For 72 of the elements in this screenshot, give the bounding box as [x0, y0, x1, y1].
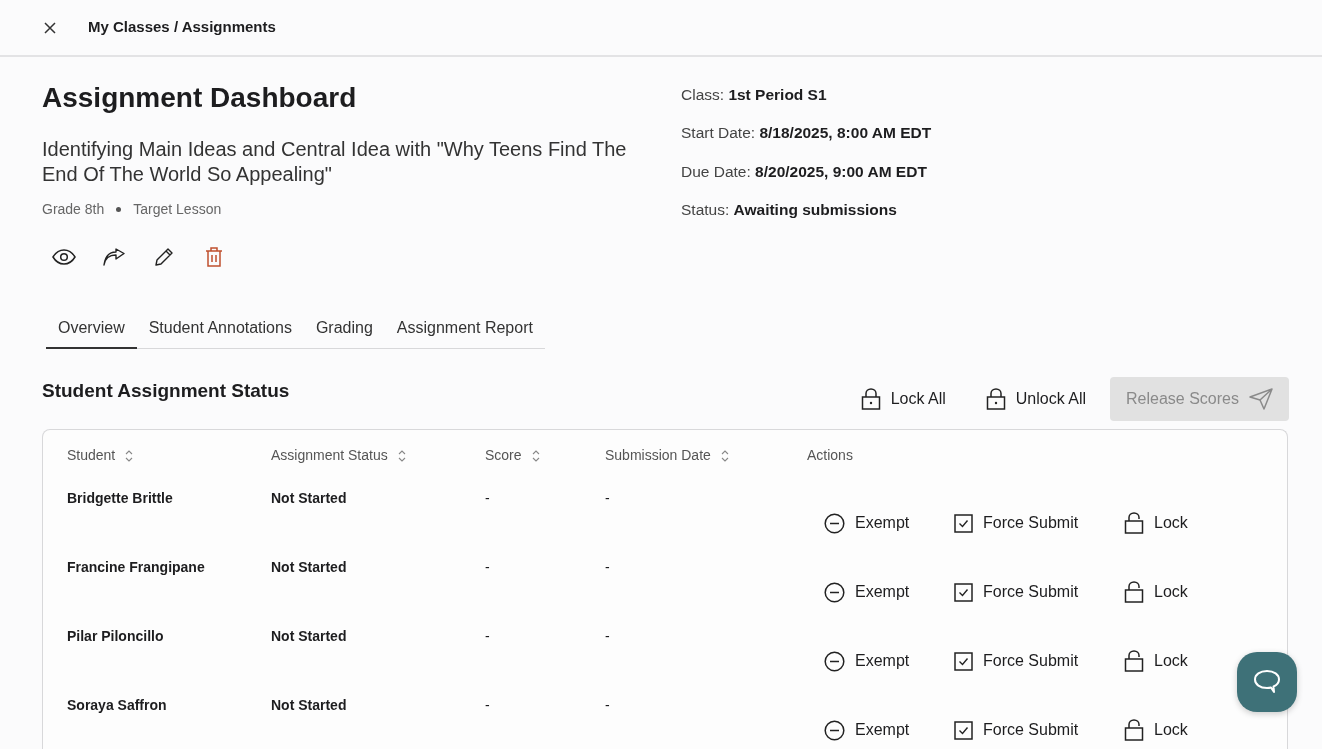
- tab[interactable]: Student Annotations: [136, 312, 304, 350]
- detail-line: Class: 1st Period S1: [681, 85, 828, 105]
- column-header[interactable]: Student: [67, 445, 116, 467]
- open-padlock-icon: [1124, 581, 1144, 604]
- table-cell: Pilar Piloncillo: [67, 628, 164, 645]
- assignment-title: Identifying Main Ideas and Central Idea with "Why Teens Find The End Of The World So Appealing": [42, 136, 628, 187]
- close-icon[interactable]: [42, 19, 58, 36]
- tab[interactable]: Grading: [303, 312, 385, 350]
- minus-circle-icon: [824, 581, 845, 603]
- force-submit-button[interactable]: Force Submit: [954, 499, 1124, 548]
- tab[interactable]: Overview: [46, 312, 137, 350]
- table-cell: -: [605, 490, 610, 507]
- lock-button[interactable]: Lock: [1124, 568, 1224, 617]
- paper-plane-icon: [1249, 388, 1273, 411]
- table-cell: -: [485, 490, 490, 507]
- checkbox-icon: [954, 720, 973, 740]
- force-submit-button[interactable]: Force Submit: [954, 568, 1124, 617]
- minus-circle-icon: [824, 512, 845, 534]
- sort-icon[interactable]: [125, 449, 134, 462]
- detail-line: Status: Awaiting submissions: [681, 199, 898, 220]
- force-submit-button[interactable]: Force Submit: [954, 637, 1124, 686]
- exempt-button[interactable]: Exempt: [824, 568, 954, 617]
- column-header: Actions: [807, 446, 853, 466]
- table-cell: Not Started: [271, 490, 347, 507]
- column-header[interactable]: Submission Date: [605, 445, 711, 467]
- table-cell: Francine Frangipane: [67, 559, 205, 576]
- unlock-all-button[interactable]: Unlock All: [969, 377, 1103, 422]
- padlock-icon: [860, 388, 881, 411]
- exempt-button[interactable]: Exempt: [824, 499, 954, 548]
- lock-button[interactable]: Lock: [1124, 499, 1224, 548]
- table-cell: -: [605, 628, 610, 645]
- table-cell: -: [605, 697, 610, 714]
- bullet-separator: [116, 207, 122, 213]
- lock-all-button[interactable]: Lock All: [844, 377, 962, 422]
- table-cell: Bridgette Brittle: [67, 490, 173, 507]
- padlock-icon: [985, 388, 1006, 411]
- table-cell: Not Started: [271, 559, 347, 576]
- lock-button[interactable]: Lock: [1124, 637, 1224, 686]
- column-header[interactable]: Score: [485, 445, 522, 467]
- breadcrumb: My Classes / Assignments: [88, 17, 276, 38]
- meta-text: Target Lesson: [133, 200, 222, 220]
- checkbox-icon: [954, 513, 973, 533]
- open-padlock-icon: [1124, 650, 1144, 673]
- sort-icon[interactable]: [397, 449, 406, 462]
- table-cell: -: [485, 628, 490, 645]
- page-title: Assignment Dashboard: [42, 81, 358, 115]
- minus-circle-icon: [824, 719, 845, 741]
- column-header[interactable]: Assignment Status: [271, 445, 388, 467]
- checkbox-icon: [954, 651, 973, 671]
- open-padlock-icon: [1124, 719, 1144, 742]
- minus-circle-icon: [824, 650, 845, 672]
- sort-icon[interactable]: [531, 449, 540, 462]
- open-padlock-icon: [1124, 512, 1144, 535]
- table-cell: -: [485, 697, 490, 714]
- lock-button[interactable]: Lock: [1124, 706, 1224, 749]
- chat-button[interactable]: [1237, 652, 1297, 712]
- table-cell: Not Started: [271, 628, 347, 645]
- table-cell: -: [485, 559, 490, 576]
- sort-icon[interactable]: [720, 449, 729, 462]
- table-cell: Not Started: [271, 697, 347, 714]
- exempt-button[interactable]: Exempt: [824, 706, 954, 749]
- detail-line: Start Date: 8/18/2025, 8:00 AM EDT: [681, 123, 932, 144]
- section-title: Student Assignment Status: [42, 379, 290, 404]
- tab[interactable]: Assignment Report: [384, 312, 545, 350]
- checkbox-icon: [954, 582, 973, 602]
- meta-text: Grade 8th: [42, 200, 105, 220]
- table-cell: -: [605, 559, 610, 576]
- force-submit-button[interactable]: Force Submit: [954, 706, 1124, 749]
- exempt-button[interactable]: Exempt: [824, 637, 954, 686]
- speech-bubble-icon: [1253, 669, 1281, 695]
- detail-line: Due Date: 8/20/2025, 9:00 AM EDT: [681, 161, 928, 182]
- table-cell: Soraya Saffron: [67, 697, 167, 714]
